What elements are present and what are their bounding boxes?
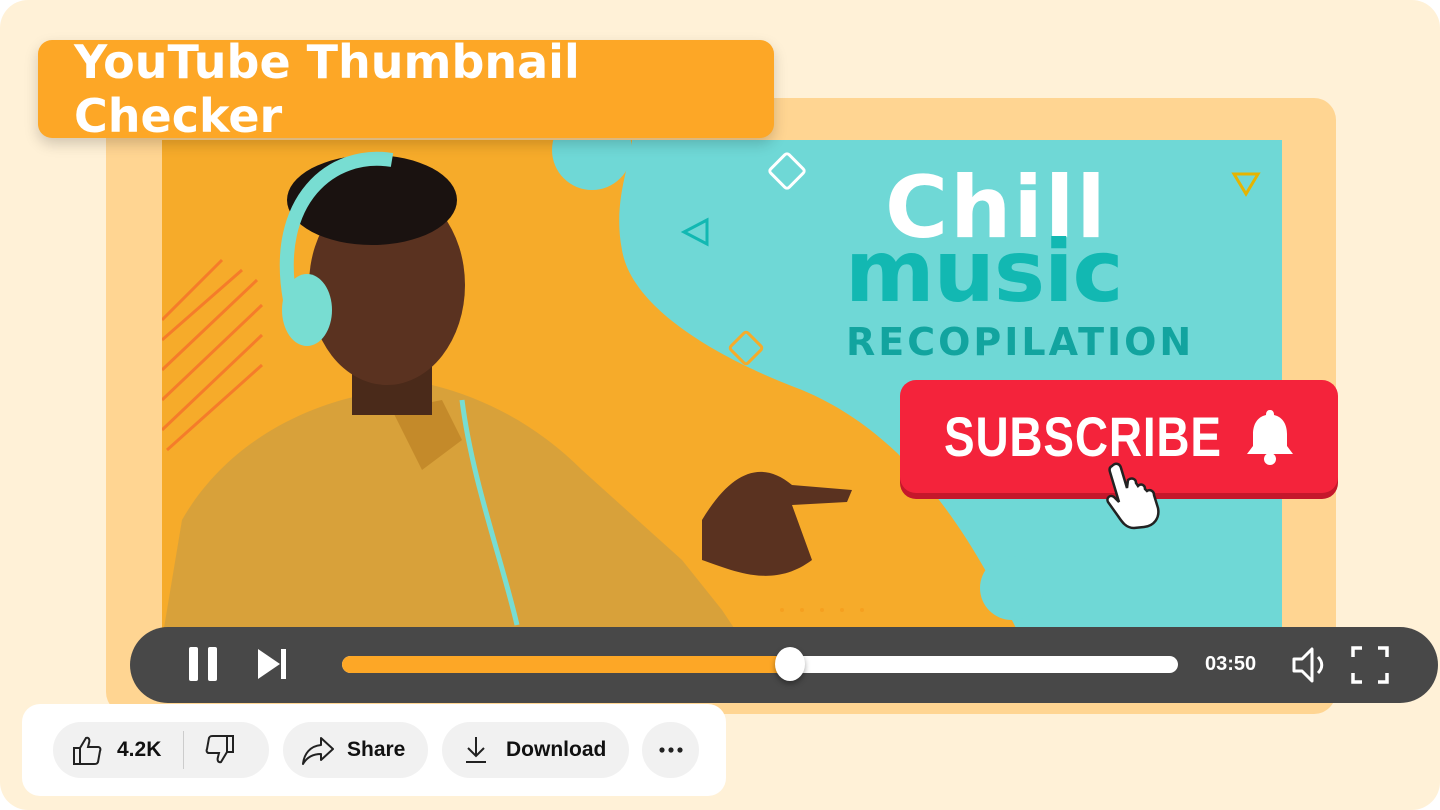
dots-decoration [780, 608, 864, 612]
pause-icon[interactable] [186, 645, 222, 685]
thumbnail-subtitle: RECOPILATION [846, 320, 1195, 364]
skip-next-icon[interactable] [256, 645, 290, 685]
share-icon [302, 737, 334, 765]
bell-icon [1247, 410, 1293, 465]
video-actions-bar: 4.2K Share Download [22, 704, 726, 796]
page-title: YouTube Thumbnail Checker [38, 35, 774, 143]
share-label: Share [347, 738, 406, 761]
hand-cursor-icon [1106, 462, 1160, 530]
stripes-decoration [162, 258, 264, 452]
progress-bar[interactable] [342, 656, 1178, 673]
download-icon [466, 737, 486, 763]
pointing-hand [702, 471, 852, 576]
video-player-controls: 03:50 [130, 627, 1438, 703]
thumbs-up-icon[interactable] [71, 734, 103, 766]
more-options-button[interactable] [642, 722, 699, 778]
teal-dot [552, 140, 632, 190]
fullscreen-icon[interactable] [1350, 645, 1390, 685]
thumbs-down-icon[interactable] [204, 734, 236, 766]
progress-fill [342, 656, 791, 673]
like-count[interactable]: 4.2K [117, 738, 161, 762]
share-button[interactable]: Share [283, 722, 428, 778]
download-label: Download [506, 738, 607, 761]
like-dislike-group: 4.2K [53, 722, 269, 778]
like-divider [183, 731, 185, 769]
subscribe-label: SUBSCRIBE [944, 405, 1222, 468]
volume-icon[interactable] [1290, 645, 1330, 685]
download-button[interactable]: Download [442, 722, 629, 778]
thumbnail-title-music: music [845, 222, 1123, 322]
teal-circle [980, 556, 1044, 620]
current-time: 03:50 [1205, 653, 1257, 675]
more-icon [658, 747, 683, 753]
progress-knob[interactable] [775, 647, 806, 681]
